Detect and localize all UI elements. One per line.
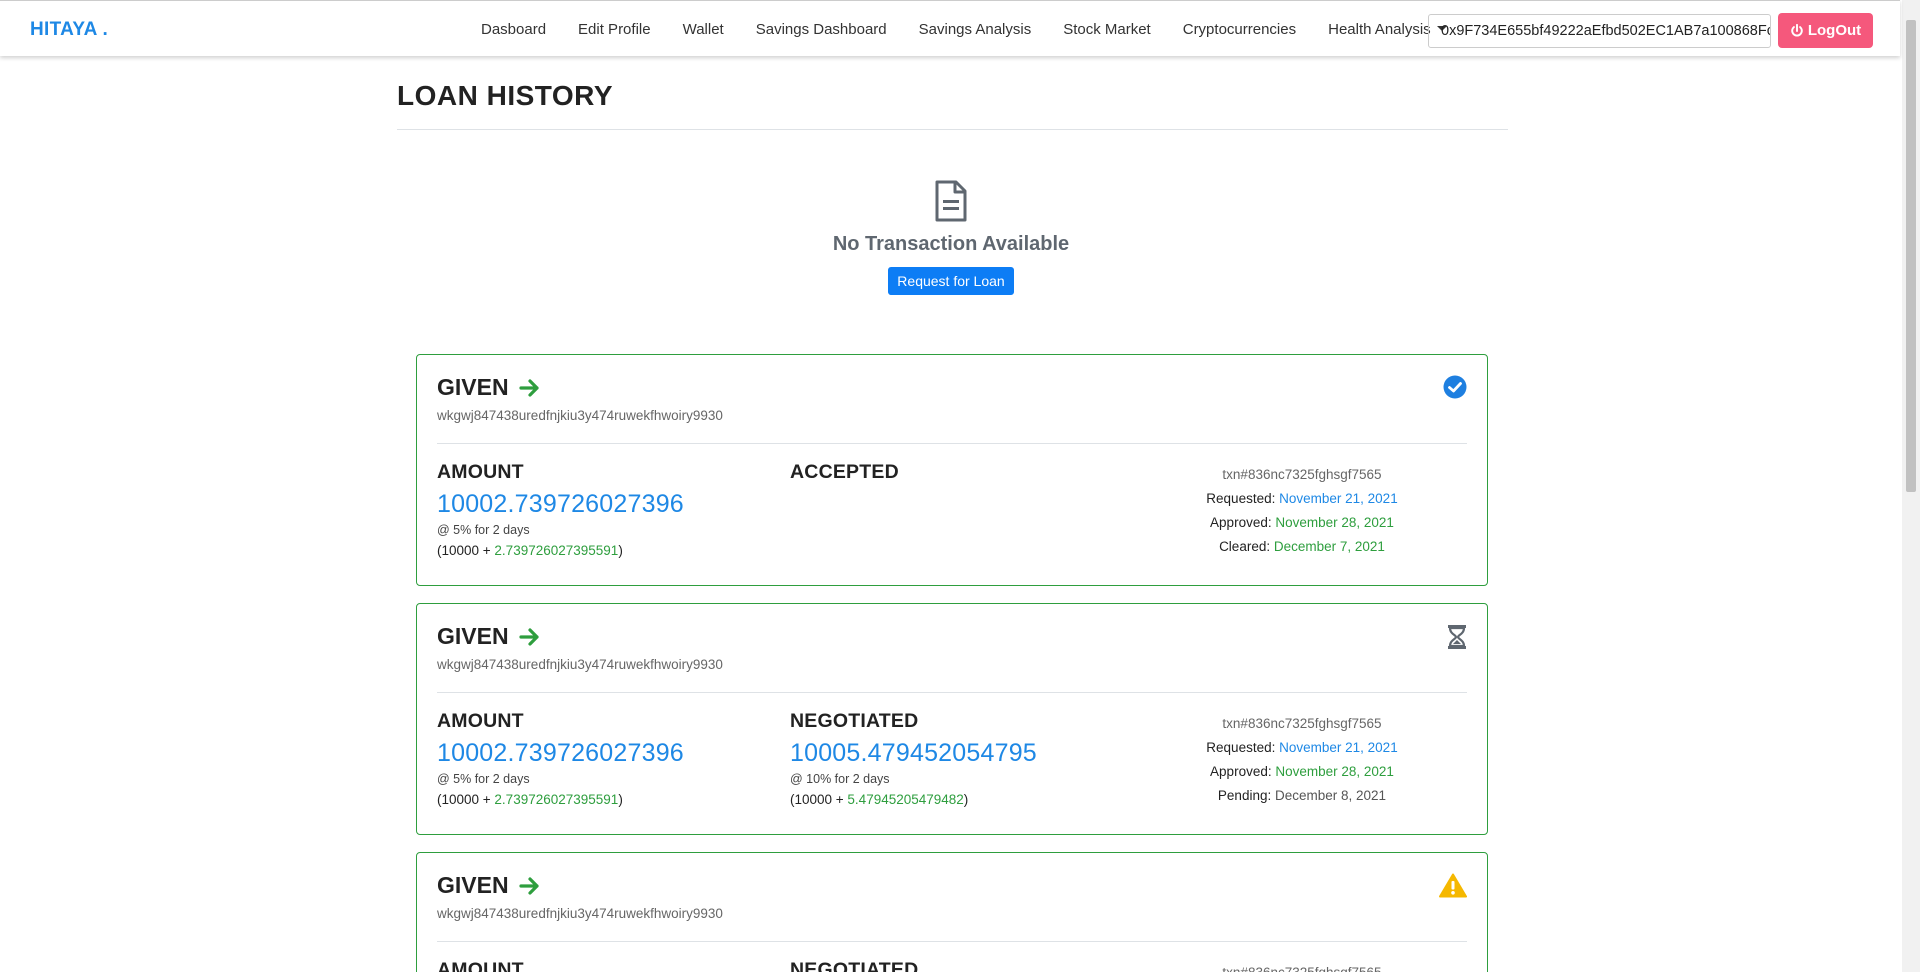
requested-date: November 21, 2021 [1279, 491, 1398, 506]
check-circle-icon [1443, 375, 1467, 404]
brand-logo[interactable]: HITAYA . [30, 19, 108, 41]
wallet-address-field[interactable]: 0x9F734E655bf49222aEfbd502EC1AB7a100868F… [1428, 14, 1771, 48]
arrow-right-icon [518, 378, 539, 397]
empty-state: No Transaction Available Request for Loa… [740, 180, 1162, 295]
approved-label: Approved: [1210, 764, 1272, 779]
approved-date: November 28, 2021 [1275, 515, 1394, 530]
power-icon [1791, 23, 1803, 36]
loan-type-label: GIVEN [437, 623, 509, 649]
calc-interest: 2.739726027395591 [494, 792, 619, 807]
negotiated-rate: @ 10% for 2 days [790, 772, 890, 786]
card-divider [437, 692, 1467, 693]
nav-link-edit-profile[interactable]: Edit Profile [562, 21, 667, 38]
loan-type: GIVEN [437, 374, 541, 401]
amount-column: AMOUNT [437, 959, 757, 972]
status-column: ACCEPTED [790, 461, 1130, 484]
amount-label: AMOUNT [437, 461, 524, 483]
scrollbar-thumb[interactable] [1906, 20, 1916, 492]
card-divider [437, 941, 1467, 942]
nav-link-stock-market[interactable]: Stock Market [1047, 21, 1167, 38]
nav-links: Dasboard Edit Profile Wallet Savings Das… [465, 1, 1463, 57]
amount-label: AMOUNT [437, 710, 524, 732]
negotiated-label: NEGOTIATED [790, 959, 919, 972]
document-icon [934, 180, 968, 227]
txn-id: txn#836nc7325fghsgf7565 [1222, 467, 1382, 482]
loan-card: GIVEN wkgwj847438uredfnjkiu3y474ruwekfhw… [416, 354, 1488, 586]
calc-interest: 2.739726027395591 [494, 543, 619, 558]
status-label: ACCEPTED [790, 461, 899, 483]
requested-label: Requested: [1206, 491, 1276, 506]
amount-rate: @ 5% for 2 days [437, 772, 530, 786]
loan-hash: wkgwj847438uredfnjkiu3y474ruwekfhwoiry99… [437, 906, 723, 921]
pending-date: December 8, 2021 [1274, 788, 1387, 803]
nav-link-wallet[interactable]: Wallet [667, 21, 740, 38]
calc-suffix: ) [618, 792, 623, 807]
negotiated-column: NEGOTIATED 10005.479452054795 @ 10% for … [790, 710, 1130, 807]
loan-card: GIVEN wkgwj847438uredfnjkiu3y474ruwekfhw… [416, 603, 1488, 835]
top-navbar: HITAYA . Dasboard Edit Profile Wallet Sa… [0, 0, 1900, 56]
approved-label: Approved: [1210, 515, 1272, 530]
page-title: LOAN HISTORY [397, 80, 614, 111]
loan-card: GIVEN wkgwj847438uredfnjkiu3y474ruwekfhw… [416, 852, 1488, 972]
logout-label: LogOut [1807, 22, 1862, 39]
cleared-label: Cleared: [1219, 539, 1271, 554]
title-divider [397, 129, 1508, 130]
hourglass-icon [1447, 624, 1467, 655]
loan-type-label: GIVEN [437, 872, 509, 898]
calc-suffix: ) [618, 543, 623, 558]
loan-hash: wkgwj847438uredfnjkiu3y474ruwekfhwoiry99… [437, 408, 723, 423]
calc-prefix: (10000 + [437, 792, 495, 807]
txn-id: txn#836nc7325fghsgf7565 [1137, 961, 1467, 972]
amount-column: AMOUNT 10002.739726027396 @ 5% for 2 day… [437, 710, 757, 807]
negotiated-column: NEGOTIATED [790, 959, 1130, 972]
cleared-date: December 7, 2021 [1273, 539, 1385, 554]
nav-link-savings-analysis[interactable]: Savings Analysis [903, 21, 1048, 38]
arrow-right-icon [518, 627, 539, 646]
amount-calc: (10000 + 2.739726027395591) [437, 792, 757, 807]
amount-label: AMOUNT [437, 959, 524, 972]
calc-interest: 5.47945205479482 [847, 792, 964, 807]
loan-hash: wkgwj847438uredfnjkiu3y474ruwekfhwoiry99… [437, 657, 723, 672]
loan-type: GIVEN [437, 623, 541, 650]
negotiated-label: NEGOTIATED [790, 710, 919, 732]
negotiated-calc: (10000 + 5.47945205479482) [790, 792, 1130, 807]
empty-message: No Transaction Available [832, 233, 1070, 255]
approved-date: November 28, 2021 [1275, 764, 1394, 779]
logout-button[interactable]: LogOut [1778, 13, 1873, 48]
request-loan-button[interactable]: Request for Loan [888, 267, 1014, 295]
transaction-meta: txn#836nc7325fghsgf7565 Requested: Novem… [1137, 712, 1467, 808]
negotiated-value: 10005.479452054795 [790, 739, 1037, 767]
nav-link-cryptocurrencies[interactable]: Cryptocurrencies [1167, 21, 1312, 38]
warning-icon [1439, 873, 1467, 903]
requested-label: Requested: [1206, 740, 1276, 755]
calc-suffix: ) [963, 792, 969, 807]
calc-prefix: (10000 + [437, 543, 495, 558]
txn-id: txn#836nc7325fghsgf7565 [1222, 716, 1382, 731]
pending-label: Pending: [1217, 788, 1272, 803]
nav-dropdown-label: Health Analysis [1328, 20, 1431, 38]
amount-column: AMOUNT 10002.739726027396 @ 5% for 2 day… [437, 461, 757, 558]
amount-value: 10002.739726027396 [437, 490, 684, 518]
transaction-meta: txn#836nc7325fghsgf7565 Requested: Novem… [1137, 463, 1467, 559]
nav-link-savings-dashboard[interactable]: Savings Dashboard [740, 21, 903, 38]
amount-calc: (10000 + 2.739726027395591) [437, 543, 757, 558]
amount-rate: @ 5% for 2 days [437, 523, 530, 537]
card-divider [437, 443, 1467, 444]
transaction-meta: txn#836nc7325fghsgf7565 [1137, 961, 1467, 972]
loan-type-label: GIVEN [437, 374, 509, 400]
requested-date: November 21, 2021 [1279, 740, 1398, 755]
calc-prefix: (10000 + [790, 792, 848, 807]
arrow-right-icon [518, 876, 539, 895]
loan-type: GIVEN [437, 872, 541, 899]
nav-link-dashboard[interactable]: Dasboard [465, 21, 562, 38]
amount-value: 10002.739726027396 [437, 739, 684, 767]
